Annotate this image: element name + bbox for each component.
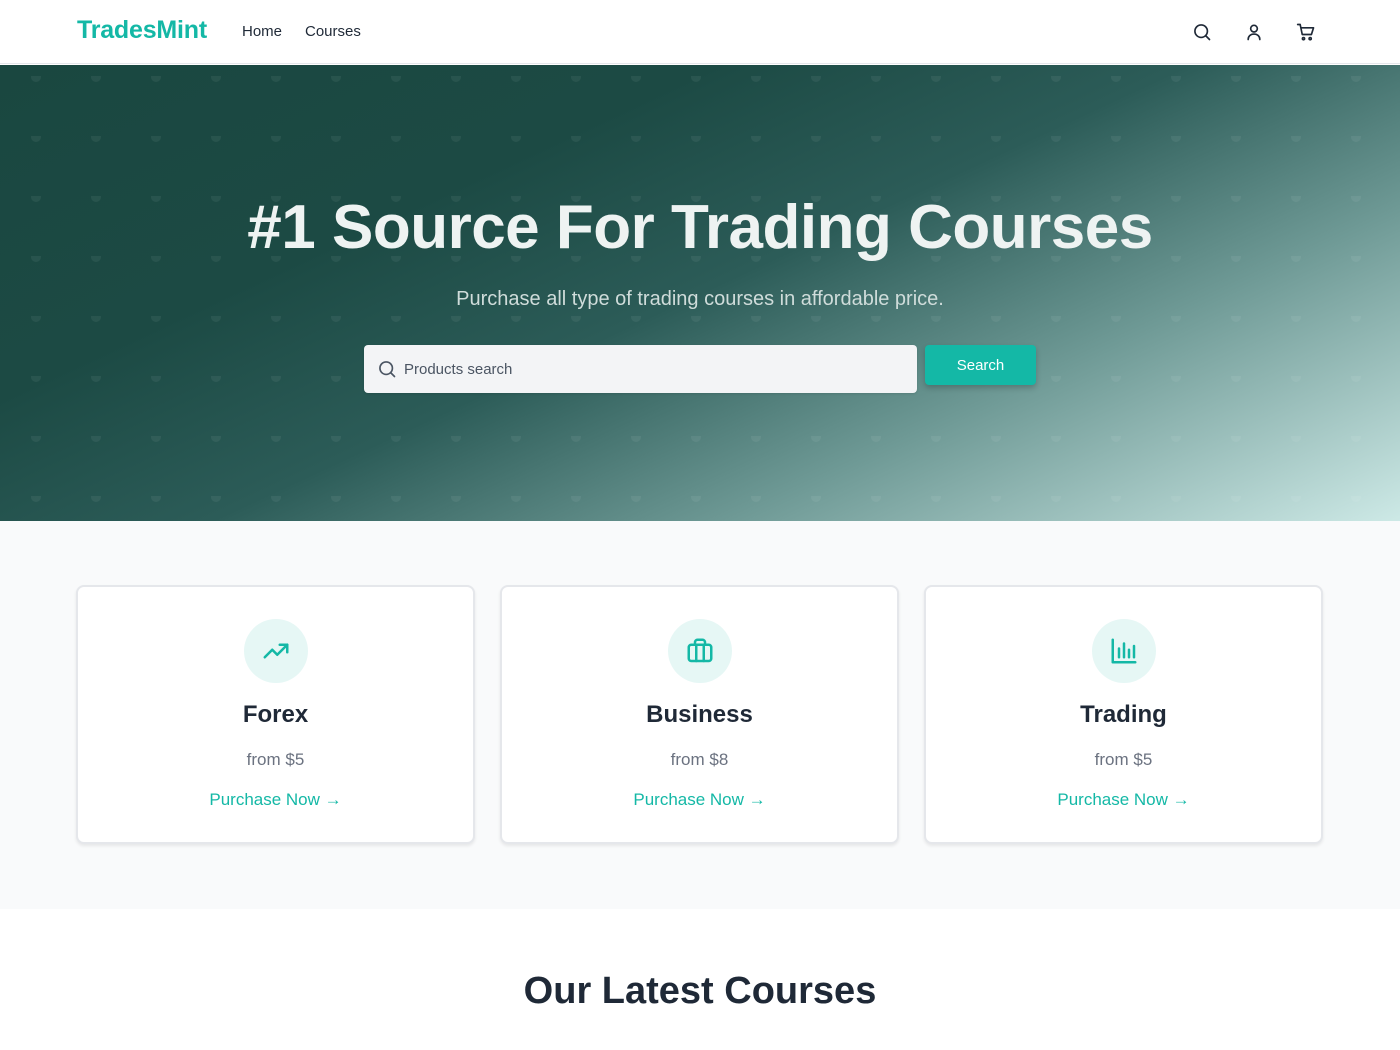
nav-home[interactable]: Home [242,23,282,40]
hero-title: #1 Source For Trading Courses [247,193,1153,262]
purchase-now-link[interactable]: Purchase Now → [502,790,897,810]
category-card-business: Business from $8 Purchase Now → [500,585,899,844]
categories-section: Forex from $5 Purchase Now → Business fr… [0,521,1400,909]
hero-subtitle: Purchase all type of trading courses in … [456,288,944,310]
purchase-now-link[interactable]: Purchase Now → [78,790,473,810]
site-header: TradesMint Home Courses [0,0,1400,64]
hero-section: #1 Source For Trading Courses Purchase a… [0,65,1400,521]
search-icon [377,359,397,379]
bar-chart-icon [1092,619,1156,683]
trending-up-icon [244,619,308,683]
category-card-forex: Forex from $5 Purchase Now → [76,585,475,844]
category-card-trading: Trading from $5 Purchase Now → [924,585,1323,844]
card-price: from $5 [246,750,305,769]
card-title: Forex [242,701,309,728]
search-button[interactable]: Search [925,345,1036,385]
card-price: from $8 [670,750,729,769]
search-box [364,345,917,393]
card-title: Business [646,701,753,728]
cart-icon[interactable] [1294,20,1318,44]
purchase-now-link[interactable]: Purchase Now → [926,790,1321,810]
nav-courses[interactable]: Courses [305,23,361,40]
card-title: Trading [1080,701,1167,728]
user-icon[interactable] [1242,20,1266,44]
search-input[interactable] [404,345,904,393]
latest-courses-title: Our Latest Courses [523,970,877,1012]
briefcase-icon [668,619,732,683]
logo[interactable]: TradesMint [77,16,207,45]
search-icon[interactable] [1190,20,1214,44]
card-price: from $5 [1094,750,1153,769]
